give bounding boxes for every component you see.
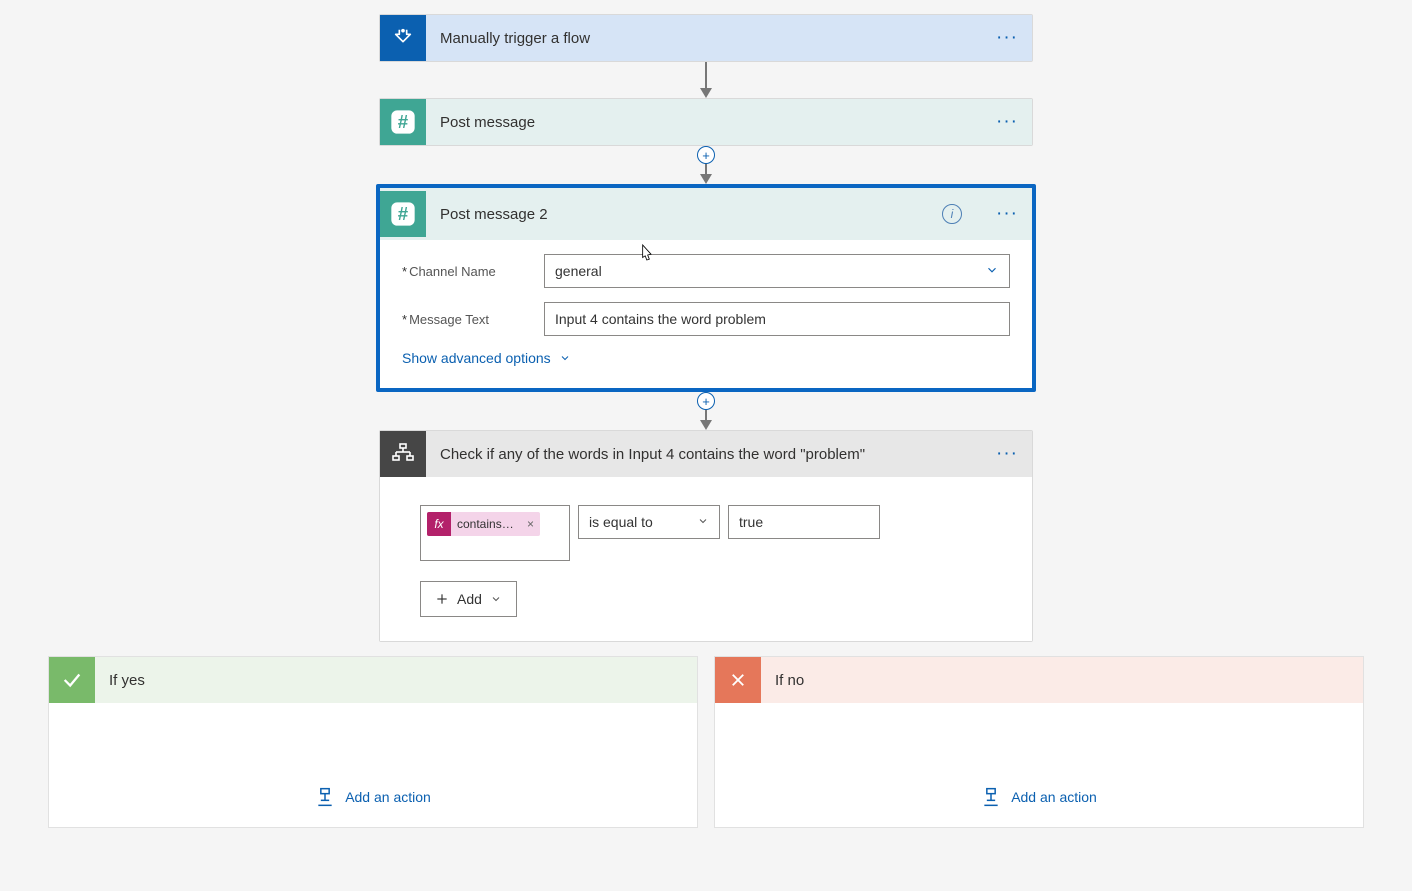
if-yes-title: If yes (109, 672, 145, 689)
message-text-input[interactable]: Input 4 contains the word problem (544, 302, 1010, 336)
if-no-title: If no (775, 672, 804, 689)
more-menu-icon[interactable]: ··· (982, 111, 1032, 133)
svg-text:#: # (398, 111, 409, 132)
condition-title: Check if any of the words in Input 4 con… (440, 446, 968, 463)
add-action-button[interactable]: Add an action (981, 787, 1097, 807)
post-message-2-card[interactable]: # Post message 2 i ··· *Channel Name gen… (376, 184, 1036, 392)
connector-arrow (700, 408, 712, 430)
info-icon[interactable]: i (942, 204, 962, 224)
chevron-down-icon (985, 263, 999, 280)
chevron-down-icon (697, 514, 709, 530)
post-message-card[interactable]: # Post message ··· (379, 98, 1033, 146)
remove-expression-icon[interactable]: × (521, 517, 540, 531)
add-action-button[interactable]: Add an action (315, 787, 431, 807)
trigger-icon (380, 15, 426, 61)
more-menu-icon[interactable]: ··· (982, 203, 1032, 225)
hash-icon: # (380, 99, 426, 145)
message-text-label: *Message Text (402, 312, 544, 327)
close-icon (715, 657, 761, 703)
if-yes-branch: If yes Add an action (48, 656, 698, 828)
if-no-header[interactable]: If no (715, 657, 1363, 703)
show-advanced-options[interactable]: Show advanced options (402, 350, 571, 366)
trigger-card[interactable]: Manually trigger a flow ··· (379, 14, 1033, 62)
fx-icon: fx (427, 512, 451, 536)
add-step-button[interactable]: + (697, 146, 715, 164)
trigger-title: Manually trigger a flow (440, 30, 968, 47)
condition-operator-select[interactable]: is equal to (578, 505, 720, 539)
connector-arrow (700, 162, 712, 184)
channel-name-select[interactable]: general (544, 254, 1010, 288)
hash-icon: # (380, 191, 426, 237)
add-condition-button[interactable]: Add (420, 581, 517, 617)
check-icon (49, 657, 95, 703)
connector-arrow (700, 62, 712, 98)
condition-icon (380, 431, 426, 477)
if-yes-header[interactable]: If yes (49, 657, 697, 703)
add-step-button[interactable]: + (697, 392, 715, 410)
more-menu-icon[interactable]: ··· (982, 443, 1032, 465)
condition-right-operand[interactable]: true (728, 505, 880, 539)
condition-left-operand[interactable]: fx contains(... × (420, 505, 570, 561)
expression-pill[interactable]: fx contains(... × (427, 512, 540, 536)
channel-name-label: *Channel Name (402, 264, 544, 279)
svg-text:#: # (398, 203, 409, 224)
more-menu-icon[interactable]: ··· (982, 27, 1032, 49)
if-no-branch: If no Add an action (714, 656, 1364, 828)
post-message-title: Post message (440, 114, 968, 131)
post-message-2-title: Post message 2 (440, 206, 928, 223)
condition-card[interactable]: Check if any of the words in Input 4 con… (379, 430, 1033, 642)
